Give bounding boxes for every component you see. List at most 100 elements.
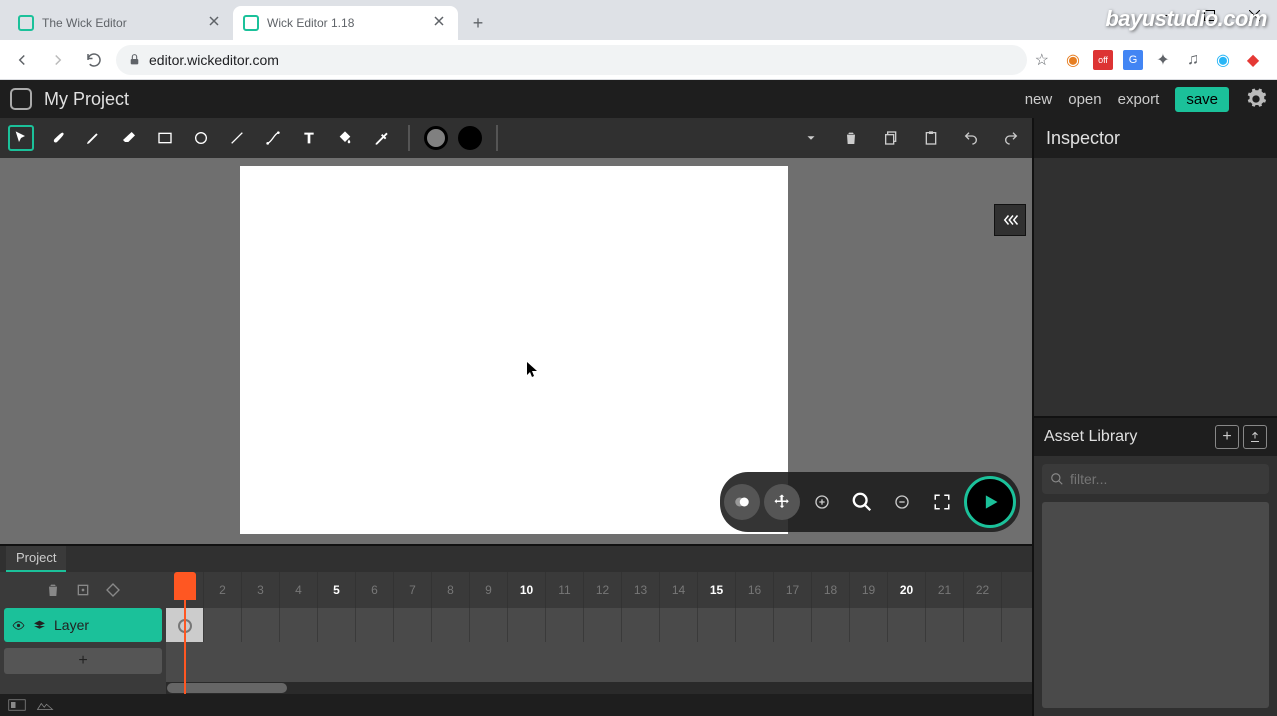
extension-puzzle-icon[interactable]: ✦ bbox=[1153, 50, 1173, 70]
tween-button[interactable] bbox=[101, 578, 125, 602]
eyedropper-tool[interactable] bbox=[368, 125, 394, 151]
frame-cell[interactable] bbox=[812, 608, 850, 642]
add-asset-button[interactable]: + bbox=[1215, 425, 1239, 449]
canvas[interactable] bbox=[240, 166, 788, 534]
frame-cell[interactable] bbox=[850, 608, 888, 642]
ruler-tick[interactable]: 12 bbox=[584, 572, 622, 608]
ruler-tick[interactable]: 13 bbox=[622, 572, 660, 608]
redo-button[interactable] bbox=[998, 125, 1024, 151]
visibility-icon[interactable] bbox=[12, 619, 25, 632]
settings-button[interactable] bbox=[1245, 88, 1267, 110]
playhead[interactable] bbox=[174, 572, 196, 692]
ruler-tick[interactable]: 15 bbox=[698, 572, 736, 608]
forward-button[interactable] bbox=[44, 46, 72, 74]
frame-cell[interactable] bbox=[204, 608, 242, 642]
frame-cell[interactable] bbox=[432, 608, 470, 642]
ruler-tick[interactable]: 3 bbox=[242, 572, 280, 608]
copy-layer-button[interactable] bbox=[71, 578, 95, 602]
frame-cell[interactable] bbox=[774, 608, 812, 642]
extension-icon[interactable]: off bbox=[1093, 50, 1113, 70]
add-layer-button[interactable]: + bbox=[4, 648, 162, 674]
line-tool[interactable] bbox=[224, 125, 250, 151]
timeline-tab-project[interactable]: Project bbox=[6, 546, 66, 572]
zoom-in-button[interactable] bbox=[804, 484, 840, 520]
frame-cell[interactable] bbox=[280, 608, 318, 642]
close-icon[interactable] bbox=[434, 16, 448, 30]
ruler-tick[interactable]: 14 bbox=[660, 572, 698, 608]
ruler-tick[interactable]: 9 bbox=[470, 572, 508, 608]
ruler-tick[interactable]: 4 bbox=[280, 572, 318, 608]
ruler-tick[interactable]: 18 bbox=[812, 572, 850, 608]
delete-layer-button[interactable] bbox=[41, 578, 65, 602]
timeline-scrollbar[interactable] bbox=[166, 682, 1032, 694]
save-button[interactable]: save bbox=[1175, 87, 1229, 112]
frame-cell[interactable] bbox=[242, 608, 280, 642]
paste-button[interactable] bbox=[918, 125, 944, 151]
ruler-tick[interactable]: 7 bbox=[394, 572, 432, 608]
stroke-color-swatch[interactable] bbox=[458, 126, 482, 150]
open-button[interactable]: open bbox=[1068, 91, 1101, 108]
asset-filter-input[interactable] bbox=[1070, 471, 1261, 487]
rectangle-tool[interactable] bbox=[152, 125, 178, 151]
frame-cell[interactable] bbox=[584, 608, 622, 642]
pencil-tool[interactable] bbox=[80, 125, 106, 151]
fill-color-swatch[interactable] bbox=[424, 126, 448, 150]
footer-icon[interactable] bbox=[36, 699, 54, 711]
ruler-tick[interactable]: 11 bbox=[546, 572, 584, 608]
new-tab-button[interactable]: + bbox=[464, 9, 492, 37]
fullscreen-button[interactable] bbox=[924, 484, 960, 520]
fill-tool[interactable] bbox=[332, 125, 358, 151]
play-button[interactable] bbox=[964, 476, 1016, 528]
ruler-tick[interactable]: 6 bbox=[356, 572, 394, 608]
extension-icon[interactable]: ♫ bbox=[1183, 50, 1203, 70]
frames-panel[interactable]: 12345678910111213141516171819202122 bbox=[166, 572, 1032, 694]
upload-asset-button[interactable] bbox=[1243, 425, 1267, 449]
text-tool[interactable] bbox=[296, 125, 322, 151]
ruler-tick[interactable]: 2 bbox=[204, 572, 242, 608]
delete-button[interactable] bbox=[838, 125, 864, 151]
frame-cell[interactable] bbox=[508, 608, 546, 642]
browser-tab-0[interactable]: The Wick Editor bbox=[8, 6, 233, 40]
canvas-area[interactable] bbox=[0, 158, 1032, 544]
ruler-tick[interactable]: 22 bbox=[964, 572, 1002, 608]
new-button[interactable]: new bbox=[1025, 91, 1053, 108]
frame-row[interactable] bbox=[166, 608, 1032, 642]
asset-list[interactable] bbox=[1042, 502, 1269, 708]
reload-button[interactable] bbox=[80, 46, 108, 74]
ruler-tick[interactable]: 5 bbox=[318, 572, 356, 608]
frame-cell[interactable] bbox=[318, 608, 356, 642]
ruler-tick[interactable]: 16 bbox=[736, 572, 774, 608]
frame-cell[interactable] bbox=[926, 608, 964, 642]
copy-button[interactable] bbox=[878, 125, 904, 151]
collapse-panel-button[interactable] bbox=[994, 204, 1026, 236]
extension-icon[interactable]: G bbox=[1123, 50, 1143, 70]
frame-cell[interactable] bbox=[356, 608, 394, 642]
frame-cell[interactable] bbox=[470, 608, 508, 642]
star-icon[interactable]: ☆ bbox=[1035, 50, 1049, 70]
frame-cell[interactable] bbox=[698, 608, 736, 642]
footer-icon[interactable] bbox=[8, 699, 26, 711]
ruler-tick[interactable]: 20 bbox=[888, 572, 926, 608]
frame-cell[interactable] bbox=[660, 608, 698, 642]
zoom-button[interactable] bbox=[844, 484, 880, 520]
layer-row[interactable]: Layer bbox=[4, 608, 162, 642]
frame-ruler[interactable]: 12345678910111213141516171819202122 bbox=[166, 572, 1032, 608]
ruler-tick[interactable]: 8 bbox=[432, 572, 470, 608]
ruler-tick[interactable]: 19 bbox=[850, 572, 888, 608]
undo-button[interactable] bbox=[958, 125, 984, 151]
zoom-out-button[interactable] bbox=[884, 484, 920, 520]
export-button[interactable]: export bbox=[1118, 91, 1160, 108]
frame-cell[interactable] bbox=[622, 608, 660, 642]
eraser-tool[interactable] bbox=[116, 125, 142, 151]
cursor-tool[interactable] bbox=[8, 125, 34, 151]
frame-cell[interactable] bbox=[964, 608, 1002, 642]
path-tool[interactable] bbox=[260, 125, 286, 151]
frame-cell[interactable] bbox=[888, 608, 926, 642]
frame-cell[interactable] bbox=[394, 608, 432, 642]
ruler-tick[interactable]: 10 bbox=[508, 572, 546, 608]
pan-button[interactable] bbox=[764, 484, 800, 520]
browser-tab-1[interactable]: Wick Editor 1.18 bbox=[233, 6, 458, 40]
extension-icon[interactable]: ◆ bbox=[1243, 50, 1263, 70]
extension-icon[interactable]: ◉ bbox=[1063, 50, 1083, 70]
onion-skin-button[interactable] bbox=[724, 484, 760, 520]
